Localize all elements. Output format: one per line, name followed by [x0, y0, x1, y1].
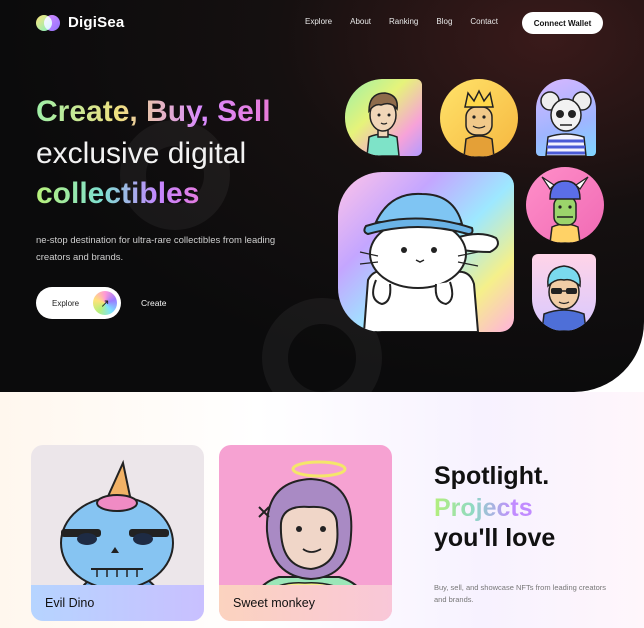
spotlight-description: Buy, sell, and showcase NFTs from leadin… — [434, 583, 607, 604]
nft-card-evil-dino[interactable]: Evil Dino — [31, 445, 204, 621]
nav-link-explore[interactable]: Explore — [305, 17, 332, 26]
logo[interactable]: DigiSea — [36, 14, 124, 31]
card-title: Evil Dino — [31, 585, 204, 621]
explore-button[interactable]: Explore ↗ — [36, 287, 121, 319]
connect-wallet-button[interactable]: Connect Wallet — [522, 12, 603, 34]
spotlight-heading-line-3: you'll love — [434, 524, 556, 552]
spotlight-heading-line-2: Projects — [434, 494, 533, 522]
nft-tile-king[interactable] — [440, 79, 518, 157]
headline-line-3: collectibles — [36, 177, 200, 210]
hero-section: DigiSea Explore About Ranking Blog Conta… — [0, 0, 644, 392]
nav-link-ranking[interactable]: Ranking — [389, 17, 418, 26]
card-title: Sweet monkey — [219, 585, 392, 621]
nav-link-blog[interactable]: Blog — [436, 17, 452, 26]
hero-subtitle: ne-stop destination for ultra-rare colle… — [36, 235, 276, 263]
arrow-up-right-icon: ↗ — [93, 291, 117, 315]
nft-tile-cat[interactable] — [338, 172, 514, 332]
nav-link-about[interactable]: About — [350, 17, 371, 26]
create-link[interactable]: Create — [141, 298, 167, 308]
headline-line-1: Create, Buy, Sell — [36, 95, 271, 128]
headline-line-2: exclusive digital — [36, 137, 247, 170]
explore-button-label: Explore — [52, 298, 80, 308]
nft-tile-skull-mouse[interactable] — [536, 79, 596, 156]
nav-link-contact[interactable]: Contact — [470, 17, 498, 26]
nft-tile-boy[interactable] — [345, 79, 422, 156]
top-nav: DigiSea Explore About Ranking Blog Conta… — [0, 0, 644, 46]
logo-text: DigiSea — [68, 14, 125, 31]
nft-tile-sunglasses-guy[interactable] — [532, 254, 596, 331]
spotlight-heading-line-1: Spotlight. — [434, 462, 550, 490]
nft-tile-viking[interactable] — [526, 167, 604, 243]
nav-links: Explore About Ranking Blog Contact — [305, 17, 498, 26]
nft-card-sweet-monkey[interactable]: Sweet monkey — [219, 445, 392, 621]
overlapping-circles-icon — [36, 14, 60, 31]
